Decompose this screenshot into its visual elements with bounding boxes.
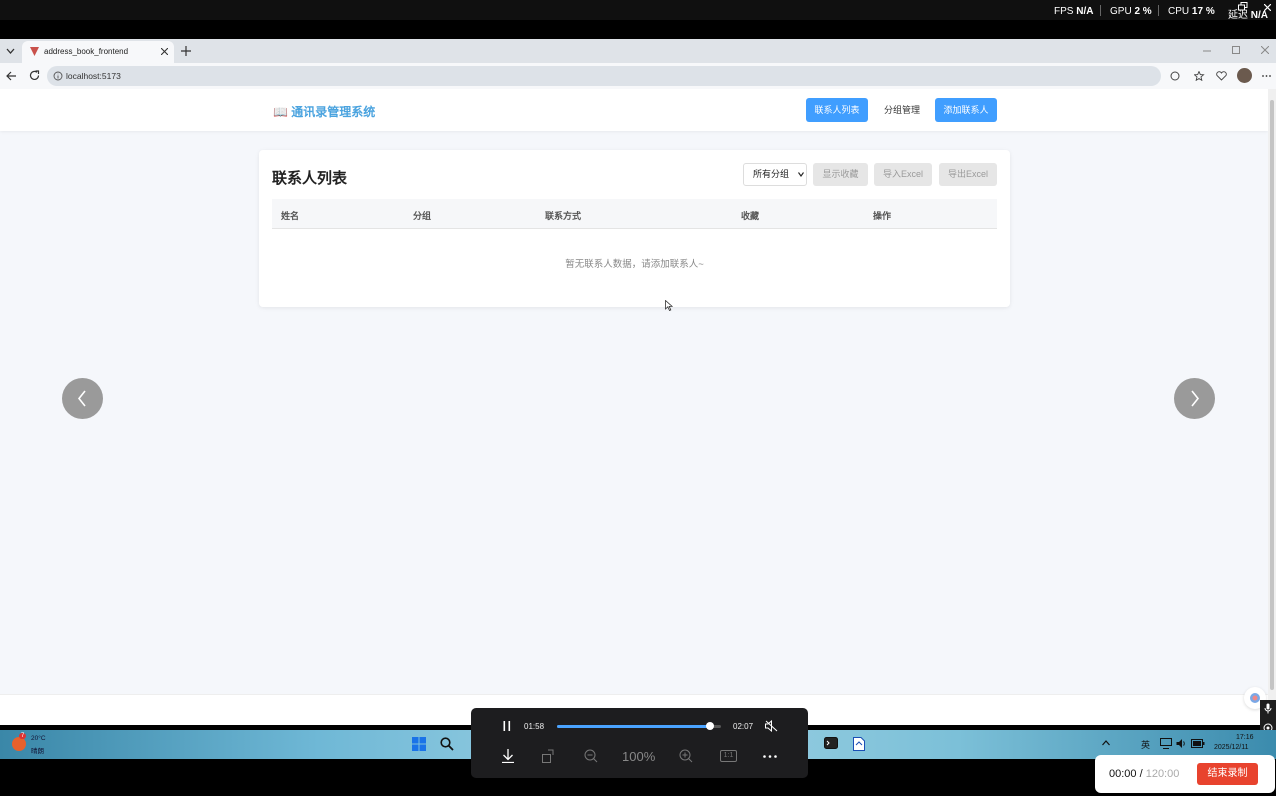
more-menu-icon[interactable] xyxy=(1262,75,1271,77)
zoom-in-icon[interactable] xyxy=(679,749,693,763)
contacts-list-button[interactable]: 联系人列表 xyxy=(806,98,868,122)
group-manage-button[interactable]: 分组管理 xyxy=(876,98,928,122)
recording-elapsed: 00:00 xyxy=(1109,768,1137,780)
column-header-contact: 联系方式 xyxy=(545,211,582,221)
mute-icon[interactable] xyxy=(765,720,778,732)
tab-list-chevron-icon[interactable] xyxy=(6,48,15,54)
tab-close-icon[interactable] xyxy=(161,48,168,55)
favorites-icon[interactable] xyxy=(1194,71,1205,81)
import-excel-button[interactable]: 导入Excel xyxy=(874,163,932,186)
media-player-controls: 01:58 02:07 100% 1:1 xyxy=(471,708,808,778)
download-icon[interactable] xyxy=(501,749,515,763)
back-arrow-icon[interactable] xyxy=(6,71,17,81)
add-contact-button[interactable]: 添加联系人 xyxy=(935,98,997,122)
weather-icon[interactable] xyxy=(12,737,26,751)
app-title: 📖 通讯录管理系统 xyxy=(273,103,375,120)
page-title: 联系人列表 xyxy=(272,170,348,187)
app-title-text: 通讯录管理系统 xyxy=(291,105,376,119)
avatar[interactable] xyxy=(1237,68,1252,83)
latency-stat: 延迟 N/A xyxy=(1228,10,1269,21)
browser-tab[interactable]: address_book_frontend xyxy=(22,41,174,63)
microphone-icon[interactable] xyxy=(1264,703,1272,714)
current-time: 01:58 xyxy=(524,722,545,731)
stop-recording-button[interactable]: 结束录制 xyxy=(1197,763,1258,785)
recording-timer: 00:00 / 120:00 xyxy=(1109,768,1179,780)
tab-title: address_book_frontend xyxy=(44,47,129,56)
ime-indicator[interactable]: 英 xyxy=(1141,738,1150,751)
previous-button[interactable] xyxy=(62,378,103,419)
contacts-card: 联系人列表 所有分组 显示收藏 导入Excel 导出Excel 姓名 分组 联系… xyxy=(259,150,1010,307)
clock-time: 17:16 xyxy=(1236,734,1254,741)
weather-temp: 20°C xyxy=(31,735,46,742)
windows-start-icon[interactable] xyxy=(412,737,426,751)
weather-badge: 7 xyxy=(19,733,27,739)
network-icon[interactable] xyxy=(1160,738,1172,749)
battery-icon[interactable] xyxy=(1191,739,1205,748)
show-favorites-button[interactable]: 显示收藏 xyxy=(813,163,868,186)
new-tab-icon[interactable] xyxy=(181,46,191,56)
recording-separator: / xyxy=(1136,768,1146,780)
book-icon: 📖 xyxy=(273,105,288,119)
restore-icon[interactable] xyxy=(1238,2,1248,11)
window-close-icon[interactable] xyxy=(1261,46,1269,54)
total-time: 02:07 xyxy=(733,722,754,731)
fps-stat: FPS N/A xyxy=(1054,6,1094,17)
cpu-stat: CPU 17 % xyxy=(1168,6,1215,17)
clock-date: 2025/12/11 xyxy=(1214,744,1249,751)
vite-favicon-icon xyxy=(30,47,39,56)
more-options-icon[interactable] xyxy=(763,755,777,758)
browser-tabstrip xyxy=(0,39,1276,63)
address-bar[interactable]: localhost:5173 xyxy=(47,66,1161,86)
chevron-right-icon xyxy=(1191,390,1200,407)
scrollbar-thumb[interactable] xyxy=(1270,100,1274,690)
minimize-icon[interactable] xyxy=(1203,50,1211,52)
site-info-icon[interactable] xyxy=(53,71,63,81)
progress-knob[interactable] xyxy=(705,722,714,730)
column-header-name: 姓名 xyxy=(281,211,300,221)
document-app-icon[interactable] xyxy=(853,737,865,751)
chevron-down-icon xyxy=(798,172,804,177)
zoom-level: 100% xyxy=(622,749,656,764)
tray-chevron-up-icon[interactable] xyxy=(1102,740,1110,746)
mouse-cursor-icon xyxy=(665,300,673,311)
terminal-app-icon[interactable] xyxy=(824,737,838,750)
column-header-favorite: 收藏 xyxy=(741,211,760,221)
group-select-value: 所有分组 xyxy=(753,169,790,179)
export-excel-button[interactable]: 导出Excel xyxy=(939,163,997,186)
volume-icon[interactable] xyxy=(1176,738,1186,749)
gpu-stat: GPU 2 % xyxy=(1110,6,1152,17)
recording-widget: 00:00 / 120:00 结束录制 xyxy=(1095,755,1275,793)
letterbox-top xyxy=(0,20,1276,39)
table-header: 姓名 分组 联系方式 收藏 操作 xyxy=(272,199,997,229)
close-icon[interactable] xyxy=(1264,4,1271,11)
search-icon[interactable] xyxy=(440,737,454,751)
url-text: localhost:5173 xyxy=(66,71,121,81)
page-viewport: 📖 通讯录管理系统 联系人列表 分组管理 添加联系人 联系人列表 所有分组 显示… xyxy=(0,89,1268,725)
app-header: 📖 通讯录管理系统 联系人列表 分组管理 添加联系人 xyxy=(0,89,1268,131)
zoom-out-icon[interactable] xyxy=(584,749,598,763)
maximize-icon[interactable] xyxy=(1232,46,1240,54)
empty-state-message: 暂无联系人数据，请添加联系人~ xyxy=(565,259,704,270)
pause-icon[interactable] xyxy=(503,721,511,731)
progress-fill xyxy=(557,725,710,728)
heartbeat-icon[interactable] xyxy=(1216,71,1227,81)
reload-icon[interactable] xyxy=(29,70,40,81)
group-filter-select[interactable]: 所有分组 xyxy=(743,163,807,186)
chevron-left-icon xyxy=(77,390,86,407)
performance-overlay: FPS N/A GPU 2 % CPU 17 % 延迟 N/A xyxy=(0,0,1276,21)
actual-size-button[interactable]: 1:1 xyxy=(720,750,737,762)
column-header-actions: 操作 xyxy=(873,211,892,221)
column-header-group: 分组 xyxy=(413,211,432,221)
next-button[interactable] xyxy=(1174,378,1215,419)
weather-desc: 晴朗 xyxy=(31,748,44,755)
rotate-icon[interactable] xyxy=(542,749,556,763)
recording-limit: 120:00 xyxy=(1145,768,1180,780)
refresh-extension-icon[interactable] xyxy=(1170,71,1180,81)
